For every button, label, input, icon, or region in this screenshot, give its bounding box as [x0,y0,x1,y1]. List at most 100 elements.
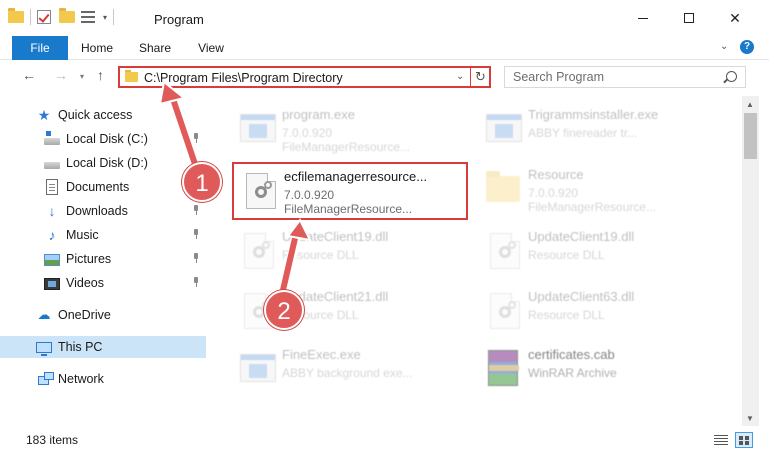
status-bar: 183 items [0,428,769,452]
minimize-button[interactable] [620,0,666,36]
back-arrow-icon[interactable]: ← [22,67,36,83]
sidebar-item-music[interactable]: ♪ Music [0,224,206,246]
file-description: FileManagerResource... [282,140,411,154]
properties-check-icon[interactable] [37,9,53,25]
sidebar-item-label: Videos [66,276,104,290]
step-badge-1: 1 [182,162,222,202]
expand-ribbon-chevron-icon[interactable]: ⌄ [720,41,728,52]
sidebar-item-downloads[interactable]: ↓ Downloads [0,200,206,222]
new-folder-icon[interactable] [59,8,75,25]
pin-icon[interactable] [192,133,200,143]
file-version: 7.0.0.920 [282,126,333,140]
pin-icon[interactable] [192,205,200,215]
sidebar-item-onedrive[interactable]: ☁ OneDrive [0,304,206,326]
pin-icon[interactable] [192,253,200,263]
file-item[interactable]: Resource 7.0.0.920 FileManagerResource..… [478,162,710,214]
file-item[interactable]: Trigrammsinstaller.exe ABBY finereader t… [478,102,710,154]
forward-arrow-icon[interactable]: → [54,67,68,83]
tab-file[interactable]: File [12,36,68,60]
sidebar-item-local-disk-d[interactable]: Local Disk (D:) [0,152,206,174]
sidebar-item-label: Music [66,228,99,242]
archive-icon [484,348,524,388]
file-name: UpdateClient19.dll [528,229,635,244]
dll-gear-icon [484,290,524,330]
dll-gear-icon [484,230,524,270]
customize-toolbar-chevron-icon[interactable]: ▾ [103,13,107,22]
sidebar-item-network[interactable]: Network [0,368,206,390]
vertical-scrollbar[interactable]: ▲ ▼ [742,96,759,426]
sidebar-item-label: Pictures [66,252,112,266]
file-item[interactable]: FineExec.exe ABBY background exe... [232,342,464,394]
sidebar-item-pictures[interactable]: Pictures [0,248,206,270]
network-icon [38,371,54,385]
address-history-chevron-icon[interactable]: ⌄ [456,71,464,82]
scrollbar-thumb[interactable] [744,113,757,159]
scroll-down-icon[interactable]: ▼ [746,414,754,423]
tab-view[interactable]: View [188,36,234,60]
sidebar-item-videos[interactable]: Videos [0,272,206,294]
details-view-icon[interactable] [714,435,728,446]
quick-access-toolbar: ▾ [8,8,115,25]
download-icon: ↓ [48,203,56,219]
sidebar-item-label: This PC [58,340,103,354]
step-badge-2: 2 [264,290,304,330]
recent-locations-chevron-icon[interactable]: ▾ [80,72,84,81]
tab-share[interactable]: Share [130,36,180,60]
file-name: ecfilemanagerresource... [284,169,428,184]
file-item[interactable]: UpdateClient63.dll Resource DLL [478,284,710,336]
pin-icon[interactable] [192,229,200,239]
sidebar-item-local-disk-c[interactable]: Local Disk (C:) [0,128,206,150]
computer-icon [36,342,52,356]
scroll-up-icon[interactable]: ▲ [746,100,754,109]
search-input[interactable]: Search Program [504,66,746,88]
tab-home[interactable]: Home [72,36,122,60]
file-item[interactable]: UpdateClient19.dll Resource DLL [478,224,710,276]
sidebar-item-documents[interactable]: Documents [0,176,206,198]
folder-icon [125,70,138,82]
file-version: 7.0.0.920 [528,186,579,200]
file-name: UpdateClient19.dll [282,229,389,244]
file-description: Resource DLL [528,248,605,262]
toolbar-divider [113,9,115,25]
dll-gear-icon [238,230,278,270]
navigation-bar: ← → ▾ ↑ C:\Program Files\Program Directo… [0,61,769,93]
file-description: Resource DLL [282,248,359,262]
up-arrow-icon[interactable]: ↑ [97,67,104,83]
sidebar-item-label: Downloads [66,204,128,218]
tiles-view-icon[interactable] [735,432,753,448]
close-button[interactable]: ✕ [712,0,758,36]
executable-icon [484,108,524,148]
file-name: program.exe [282,107,355,122]
address-bar[interactable]: C:\Program Files\Program Directory ⌄ ↻ [118,66,491,88]
sidebar-item-label: Local Disk (C:) [66,132,148,146]
search-placeholder: Search Program [513,70,605,84]
refresh-icon[interactable]: ↻ [475,69,486,85]
file-item-selected[interactable]: ecfilemanagerresource... 7.0.0.920 FileM… [232,162,468,220]
window-title: Program [154,12,204,27]
file-name: Trigrammsinstaller.exe [528,107,659,122]
pin-icon[interactable] [192,277,200,287]
file-list: program.exe 7.0.0.920 FileManagerResourc… [206,96,742,422]
documents-icon [46,179,58,195]
music-icon: ♪ [48,227,56,243]
file-description: ABBY background exe... [282,366,413,380]
sidebar-item-quick-access[interactable]: ★ Quick access [0,104,206,126]
search-icon[interactable] [726,71,737,82]
list-properties-icon[interactable] [81,9,97,25]
close-icon: ✕ [729,9,741,26]
help-icon[interactable]: ? [740,40,754,54]
sidebar-item-this-pc[interactable]: This PC [0,336,206,358]
file-name: UpdateClient63.dll [528,289,635,304]
pictures-icon [44,254,60,266]
address-path[interactable]: C:\Program Files\Program Directory [144,71,343,85]
executable-icon [238,348,278,388]
file-description: FileManagerResource... [284,202,413,216]
file-item[interactable]: certificates.cab WinRAR Archive [478,342,710,394]
folder-icon [484,168,524,208]
file-item[interactable]: UpdateClient19.dll Resource DLL [232,224,464,276]
navigation-pane: ★ Quick access Local Disk (C:) Local Dis… [0,96,206,422]
file-item[interactable]: program.exe 7.0.0.920 FileManagerResourc… [232,102,464,154]
sidebar-item-label: OneDrive [58,308,111,322]
maximize-button[interactable] [666,0,712,36]
file-description: FileManagerResource... [528,200,657,214]
